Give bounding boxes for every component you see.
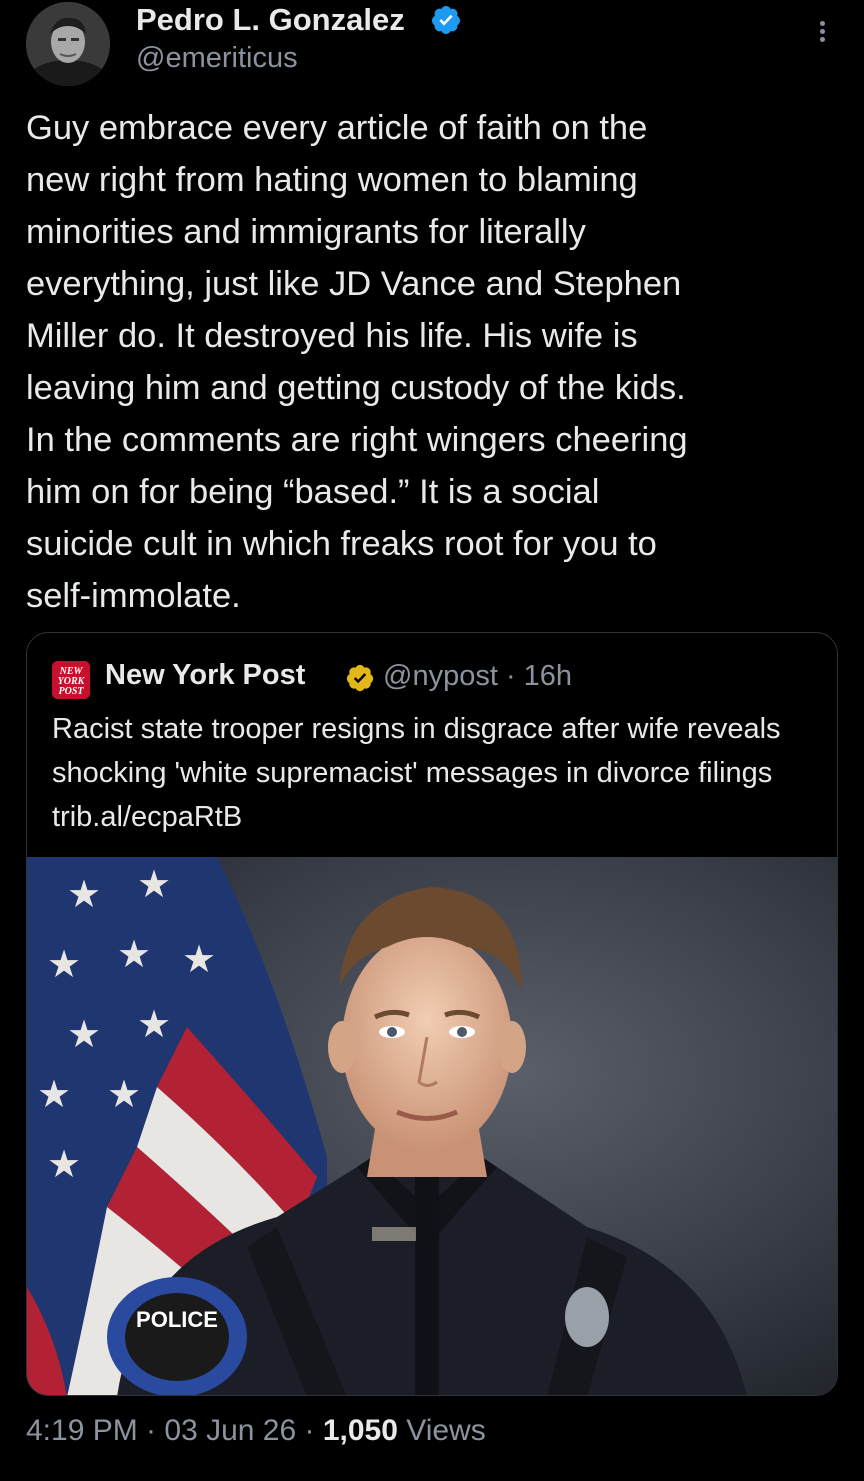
author-avatar[interactable] (26, 2, 110, 86)
svg-text:POLICE: POLICE (136, 1307, 218, 1332)
tweet-body-text: Guy embrace every article of faith on th… (26, 109, 688, 615)
svg-text:★: ★ (137, 864, 171, 906)
quoted-tweet-card[interactable]: NEW YORK POST New York Post @nypost · 16… (26, 632, 838, 1396)
svg-text:★: ★ (37, 1074, 71, 1116)
tweet-timestamp[interactable]: 4:19 PM · 03 Jun 26 · (26, 1414, 323, 1447)
svg-text:★: ★ (47, 944, 81, 986)
tweet-header: Pedro L. Gonzalez @emeriticus (0, 0, 864, 100)
quoted-tweet-photo[interactable]: ★ ★ ★ ★ ★ ★ ★ ★ ★ ★ POLICE (27, 857, 837, 1395)
quoted-author-name[interactable]: New York Post (105, 659, 305, 692)
nypost-logo-icon: NEW YORK POST (52, 661, 90, 699)
views-label: Views (397, 1414, 486, 1447)
svg-text:★: ★ (67, 874, 101, 916)
quoted-tweet-text: Racist state trooper resigns in disgrace… (52, 713, 781, 833)
tweet-meta: 4:19 PM · 03 Jun 26 · 1,050 Views (26, 1414, 486, 1448)
verified-gold-badge-icon (345, 663, 375, 693)
views-count: 1,050 (322, 1414, 398, 1447)
svg-text:★: ★ (47, 1144, 81, 1186)
svg-text:POST: POST (59, 686, 85, 697)
author-handle[interactable]: @emeriticus (136, 42, 298, 75)
svg-text:★: ★ (67, 1014, 101, 1056)
svg-text:★: ★ (137, 1004, 171, 1046)
svg-text:★: ★ (107, 1074, 141, 1116)
quoted-author-handle-time[interactable]: @nypost · 16h (383, 660, 572, 693)
author-display-name[interactable]: Pedro L. Gonzalez (136, 2, 405, 38)
more-options-icon[interactable] (812, 18, 832, 48)
verified-badge-icon (430, 4, 462, 36)
svg-text:★: ★ (117, 934, 151, 976)
svg-text:★: ★ (182, 939, 216, 981)
